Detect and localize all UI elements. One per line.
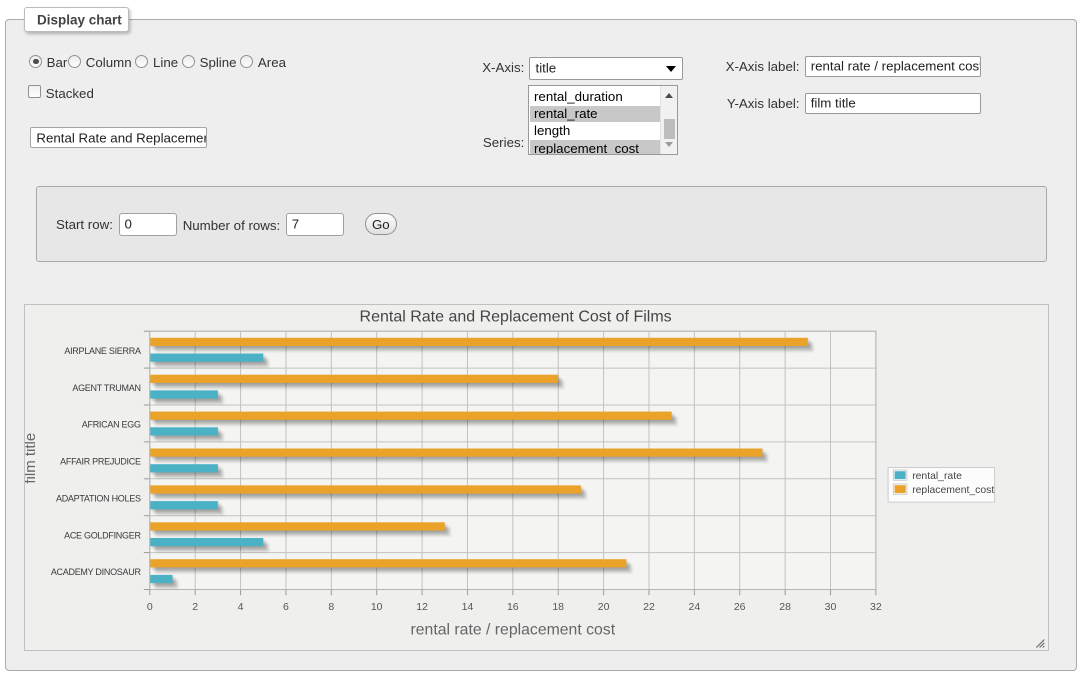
svg-text:ACADEMY DINOSAUR: ACADEMY DINOSAUR xyxy=(51,567,142,577)
svg-text:18: 18 xyxy=(553,601,565,613)
svg-text:AGENT TRUMAN: AGENT TRUMAN xyxy=(73,383,141,393)
svg-text:ACE GOLDFINGER: ACE GOLDFINGER xyxy=(64,530,141,540)
svg-text:film title: film title xyxy=(25,433,39,484)
svg-text:8: 8 xyxy=(329,601,335,613)
svg-text:rental_rate: rental_rate xyxy=(913,471,963,482)
svg-text:AFRICAN EGG: AFRICAN EGG xyxy=(82,420,141,430)
svg-text:14: 14 xyxy=(462,601,474,613)
svg-text:26: 26 xyxy=(734,601,746,613)
svg-text:12: 12 xyxy=(417,601,429,613)
svg-text:24: 24 xyxy=(689,601,701,613)
svg-text:rental rate / replacement cost: rental rate / replacement cost xyxy=(411,621,616,638)
svg-text:Rental Rate and Replacement Co: Rental Rate and Replacement Cost of Film… xyxy=(360,309,672,326)
svg-text:ADAPTATION HOLES: ADAPTATION HOLES xyxy=(56,493,141,503)
svg-text:10: 10 xyxy=(371,601,383,613)
svg-text:AIRPLANE SIERRA: AIRPLANE SIERRA xyxy=(65,346,142,356)
svg-text:replacement_cost: replacement_cost xyxy=(913,485,995,496)
svg-text:30: 30 xyxy=(825,601,837,613)
svg-text:20: 20 xyxy=(598,601,610,613)
svg-text:4: 4 xyxy=(238,601,244,613)
svg-text:6: 6 xyxy=(283,601,289,613)
svg-text:0: 0 xyxy=(147,601,153,613)
svg-text:2: 2 xyxy=(193,601,199,613)
svg-text:32: 32 xyxy=(870,601,882,613)
svg-text:28: 28 xyxy=(780,601,792,613)
svg-text:AFFAIR PREJUDICE: AFFAIR PREJUDICE xyxy=(61,456,142,466)
svg-text:22: 22 xyxy=(644,601,656,613)
svg-text:16: 16 xyxy=(507,601,519,613)
